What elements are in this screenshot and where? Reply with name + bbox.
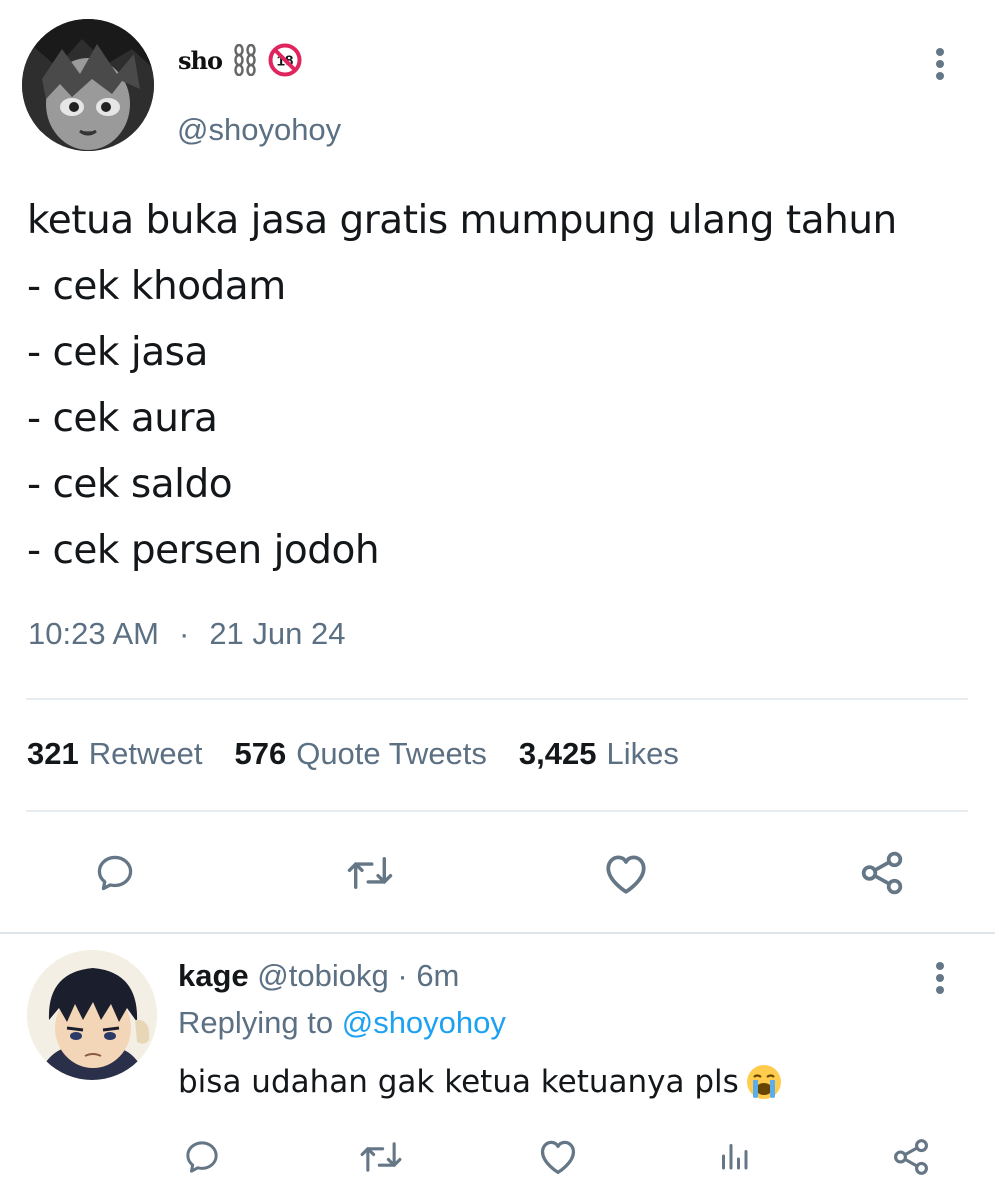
retweets-count[interactable]: 321: [27, 736, 79, 772]
reply-icon: [97, 855, 133, 891]
likes-label[interactable]: Likes: [607, 736, 679, 772]
retweets-label[interactable]: Retweet: [89, 736, 203, 772]
reply-display-name[interactable]: kage: [178, 958, 249, 993]
reply-separator: ·: [397, 958, 408, 993]
retweet-button[interactable]: [342, 848, 398, 898]
reply-retweet-button[interactable]: [356, 1135, 406, 1179]
reply-button[interactable]: [90, 848, 140, 898]
reply-author-avatar[interactable]: [27, 950, 157, 1080]
reply-handle[interactable]: @tobiokg: [257, 958, 388, 993]
share-icon: [894, 1139, 928, 1175]
reply-icon: [186, 1141, 218, 1173]
author-handle[interactable]: @shoyohoy: [177, 112, 341, 148]
tweet-timestamp[interactable]: 10:23 AM · 21 Jun 24: [28, 616, 345, 652]
share-icon: [861, 851, 903, 895]
quote-tweets-count[interactable]: 576: [234, 736, 286, 772]
tweet-text-line: - cek persen jodoh: [27, 528, 380, 573]
reply-share-button[interactable]: [888, 1134, 934, 1180]
like-icon: [540, 1140, 576, 1174]
author-display-name: sho: [178, 45, 223, 75]
chains-emoji-icon: [234, 44, 256, 76]
tweet-text-line: - cek aura: [27, 396, 218, 441]
tweet-text-line: - cek khodam: [27, 264, 286, 309]
tweet-time: 10:23 AM: [28, 616, 159, 651]
reply-text-content: bisa udahan gak ketua ketuanya pls: [178, 1064, 739, 1100]
like-icon: [606, 855, 646, 894]
share-button[interactable]: [854, 846, 910, 900]
engagement-stats: 321 Retweet 576 Quote Tweets 3,425 Likes: [27, 736, 711, 772]
reply-more-options-icon[interactable]: [930, 958, 950, 998]
replying-to-label: Replying to: [178, 1005, 334, 1040]
quote-tweets-label[interactable]: Quote Tweets: [296, 736, 487, 772]
reply-like-button[interactable]: [534, 1134, 582, 1178]
reply-analytics-button[interactable]: [712, 1134, 756, 1178]
retweet-icon: [347, 857, 393, 889]
more-options-icon[interactable]: [930, 44, 950, 84]
likes-count[interactable]: 3,425: [519, 736, 597, 772]
reply-text: bisa udahan gak ketua ketuanya pls: [178, 1063, 783, 1101]
reply-header: kage @tobiokg · 6m: [178, 958, 459, 994]
no-one-under-eighteen-emoji-icon: 18: [268, 43, 302, 77]
tweet-text-line: - cek jasa: [27, 330, 208, 375]
like-button[interactable]: [598, 846, 654, 900]
retweet-icon: [360, 1142, 402, 1172]
reply-time[interactable]: 6m: [416, 958, 459, 993]
divider: [26, 698, 968, 700]
divider: [26, 810, 968, 812]
tweet-date: 21 Jun 24: [209, 616, 346, 651]
loudly-crying-face-emoji-icon: [746, 1065, 781, 1099]
reply-reply-button[interactable]: [180, 1135, 224, 1179]
analytics-icon: [722, 1144, 748, 1170]
author-avatar[interactable]: [22, 19, 154, 151]
replying-to: Replying to @shoyohoy: [178, 1005, 506, 1041]
tweet-text: ketua buka jasa gratis mumpung ulang tah…: [27, 188, 987, 584]
tweet-text-line: - cek saldo: [27, 462, 233, 507]
manga-character-avatar-image: [22, 19, 154, 151]
tweet-text-line: ketua buka jasa gratis mumpung ulang tah…: [27, 198, 897, 243]
section-divider: [0, 932, 995, 934]
anime-character-avatar-image: [27, 950, 157, 1080]
author-name-row[interactable]: sho 18: [178, 40, 302, 80]
timestamp-separator: ·: [178, 616, 190, 651]
replying-to-mention[interactable]: @shoyohoy: [342, 1005, 506, 1040]
